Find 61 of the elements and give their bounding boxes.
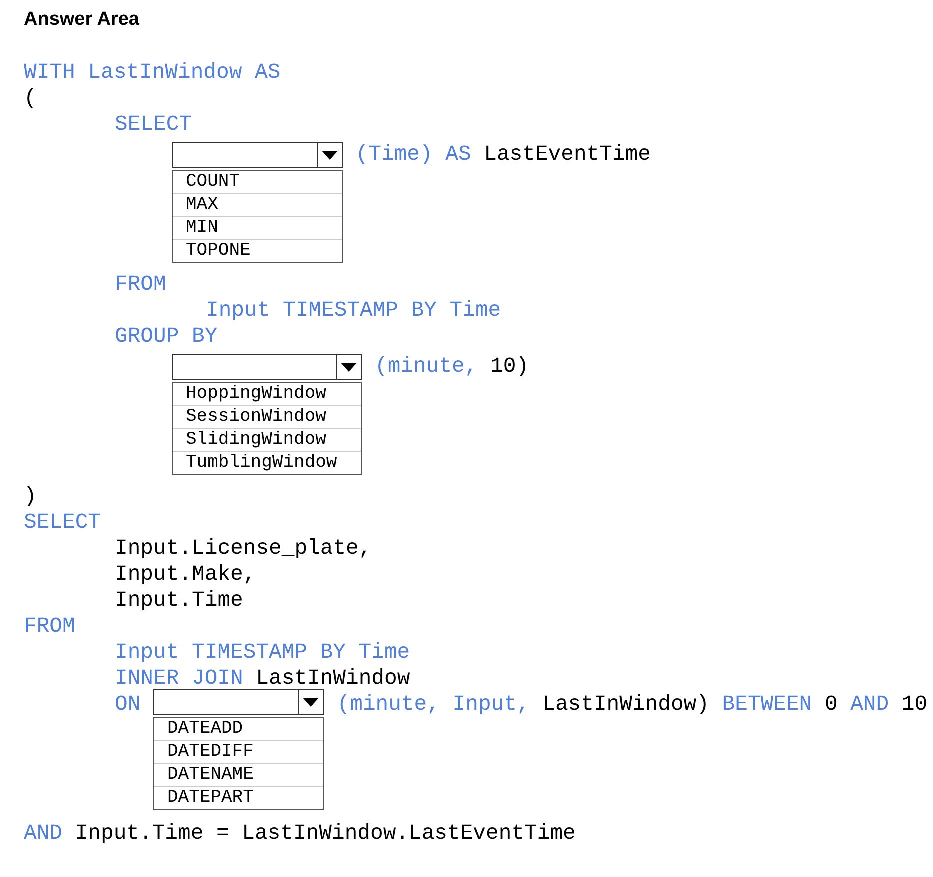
dropdown-field[interactable]: [172, 142, 343, 168]
code-text: ): [24, 484, 37, 510]
sql-keyword: (minute,: [337, 692, 440, 718]
caret-down-icon[interactable]: [322, 150, 338, 160]
sql-keyword: FROM: [115, 272, 166, 298]
sql-keyword: SELECT: [24, 510, 102, 536]
sql-keyword: FROM: [24, 614, 76, 640]
sql-keyword: (minute,: [375, 354, 478, 380]
answer-area-heading: Answer Area: [24, 8, 140, 32]
sql-keyword: WITH: [24, 60, 76, 86]
dropdown-option[interactable]: TOPONE: [173, 239, 342, 262]
sql-keyword: TIMESTAMP: [282, 298, 399, 324]
code-text: Input.License_plate,: [115, 536, 372, 562]
dropdown-option[interactable]: DATEPART: [154, 786, 324, 809]
sql-keyword: Input: [115, 640, 180, 666]
dropdown-option[interactable]: TumblingWindow: [173, 451, 362, 474]
sql-keyword: (Time): [356, 142, 433, 168]
dropdown-option[interactable]: MAX: [173, 193, 342, 216]
sql-keyword: AND: [24, 821, 63, 847]
sql-keyword: AS: [255, 60, 281, 86]
code-text: (: [24, 86, 37, 112]
sql-keyword: BY: [411, 298, 437, 324]
code-text: 10): [490, 354, 530, 380]
sql-keyword: ON: [115, 692, 141, 718]
sql-keyword: BY: [320, 640, 346, 666]
sql-keyword: JOIN: [192, 666, 244, 692]
sql-keyword: GROUP: [115, 324, 180, 350]
sql-keyword: SELECT: [115, 112, 192, 138]
sql-keyword: LastInWindow: [88, 60, 242, 86]
sql-keyword: AND: [850, 692, 890, 718]
sql-keyword: BETWEEN: [722, 692, 812, 718]
code-text: LastInWindow): [542, 692, 710, 718]
dropdown-option[interactable]: HoppingWindow: [173, 383, 362, 405]
sql-keyword: Time: [358, 640, 410, 666]
sql-keyword: AS: [446, 142, 472, 168]
code-text: Input.Time: [75, 821, 204, 847]
sql-keyword: Input: [206, 298, 270, 324]
dropdown-option[interactable]: DATEADD: [154, 718, 324, 740]
dropdown-option[interactable]: SlidingWindow: [173, 428, 362, 451]
sql-keyword: INNER: [115, 666, 180, 692]
dropdown-option[interactable]: DATENAME: [154, 763, 324, 786]
dropdown-option[interactable]: DATEDIFF: [154, 740, 324, 763]
code-text: LastEventTime: [484, 142, 651, 168]
sql-keyword: TIMESTAMP: [192, 640, 308, 666]
code-text: Input.Make,: [115, 562, 256, 588]
code-text: LastInWindow: [256, 666, 410, 692]
code-text: =: [216, 821, 230, 847]
dropdown-option[interactable]: MIN: [173, 216, 342, 239]
sql-keyword: BY: [192, 324, 218, 350]
dropdown-field[interactable]: [172, 354, 362, 380]
dropdown-option[interactable]: COUNT: [173, 171, 342, 193]
code-text: 0: [824, 692, 838, 718]
dropdown-option[interactable]: SessionWindow: [173, 405, 362, 428]
sql-keyword: Time: [450, 298, 502, 324]
code-text: Input.Time: [115, 588, 244, 614]
dropdown-field[interactable]: [153, 689, 324, 715]
code-text: LastInWindow.LastEventTime: [242, 821, 576, 847]
code-text: 10: [902, 692, 928, 718]
caret-down-icon[interactable]: [341, 362, 358, 372]
caret-down-icon[interactable]: [303, 698, 320, 706]
sql-keyword: Input,: [452, 692, 530, 718]
